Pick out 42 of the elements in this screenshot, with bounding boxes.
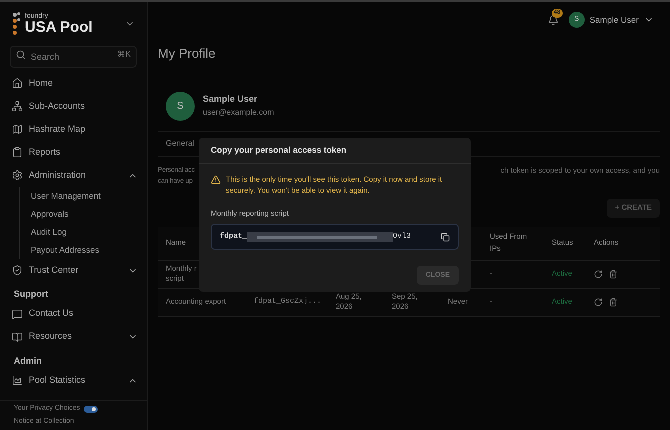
tab[interactable]: General <box>166 138 194 150</box>
logo-icon <box>12 11 22 37</box>
toggle-icon <box>84 406 98 413</box>
nav-item[interactable]: Reports <box>12 141 138 164</box>
nav-item[interactable]: Administration <box>12 164 138 187</box>
dialog-title: Copy your personal access token <box>199 138 471 164</box>
bell-icon[interactable] <box>548 14 559 26</box>
nav-item[interactable]: Contact Us <box>12 302 138 326</box>
house-icon <box>12 78 23 89</box>
chat-icon <box>12 308 23 320</box>
book-icon <box>12 332 23 342</box>
shield-icon <box>12 265 23 276</box>
nav-subitem[interactable]: Audit Log <box>31 223 67 241</box>
brand-name: USA Pool <box>25 20 94 35</box>
page-title: My Profile <box>158 45 216 63</box>
trash-icon[interactable] <box>609 270 618 278</box>
nav-item[interactable]: Home <box>12 72 138 95</box>
nav-item[interactable]: Pool Statistics <box>12 369 138 392</box>
refresh-icon[interactable] <box>594 270 603 278</box>
nav-item[interactable]: Trust Center <box>12 259 138 282</box>
section-heading: Support <box>13 288 50 301</box>
network-icon <box>12 101 23 112</box>
nav-item[interactable]: Hashrate Map <box>12 118 138 141</box>
copy-icon[interactable] <box>441 232 450 242</box>
search-icon <box>16 50 26 60</box>
nav-item[interactable]: Resources <box>12 326 138 348</box>
shortcut-hint: ⌘K <box>118 49 131 61</box>
profile-name: Sample User <box>203 93 259 106</box>
profile-avatar: S <box>166 92 195 120</box>
nav-subitem[interactable]: Approvals <box>31 205 69 223</box>
nav-item[interactable]: Sub-Accounts <box>12 95 138 118</box>
nav-subitem[interactable]: User Management <box>31 187 101 205</box>
clipboard-icon <box>12 147 23 158</box>
section-heading: Admin <box>13 354 43 368</box>
nav-subitem[interactable]: Payout Addresses <box>31 241 100 259</box>
map-icon <box>12 124 23 135</box>
warning-icon <box>211 175 221 185</box>
chart-icon <box>12 375 23 386</box>
profile-email: user@example.com <box>203 106 274 119</box>
refresh-icon[interactable] <box>594 298 603 306</box>
gear-icon <box>12 170 23 181</box>
trash-icon[interactable] <box>609 298 618 306</box>
